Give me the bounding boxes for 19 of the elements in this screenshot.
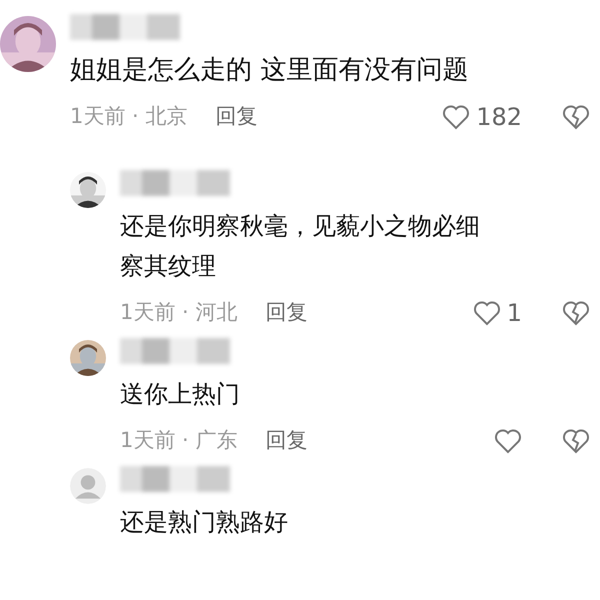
comment-text: 送你上热门 [120, 379, 241, 410]
heart-icon [442, 104, 470, 130]
like-button[interactable] [494, 428, 522, 454]
comment-text: 还是熟门熟路好 [120, 507, 289, 538]
comment-time-location: 1天前 · 广东 [120, 427, 238, 454]
broken-heart-icon[interactable] [562, 428, 590, 454]
comment-text: 还是你明察秋毫，见藐小之物必细察其纹理 [120, 211, 481, 282]
reply-button[interactable]: 回复 [265, 297, 308, 329]
reply-button[interactable]: 回复 [215, 101, 258, 133]
broken-heart-icon[interactable] [562, 104, 590, 130]
heart-icon [472, 300, 501, 326]
comment-time-location: 1天前 · 河北 [120, 299, 238, 326]
like-button[interactable]: 182 [442, 99, 522, 135]
like-button[interactable]: 1 [472, 295, 522, 331]
broken-heart-icon[interactable] [562, 300, 590, 326]
comment-time-location: 1天前 · 北京 [70, 103, 188, 130]
reply-button[interactable]: 回复 [265, 425, 308, 457]
heart-icon [494, 428, 522, 454]
comment-text: 姐姐是怎么走的 这里面有没有问题 [70, 54, 470, 87]
